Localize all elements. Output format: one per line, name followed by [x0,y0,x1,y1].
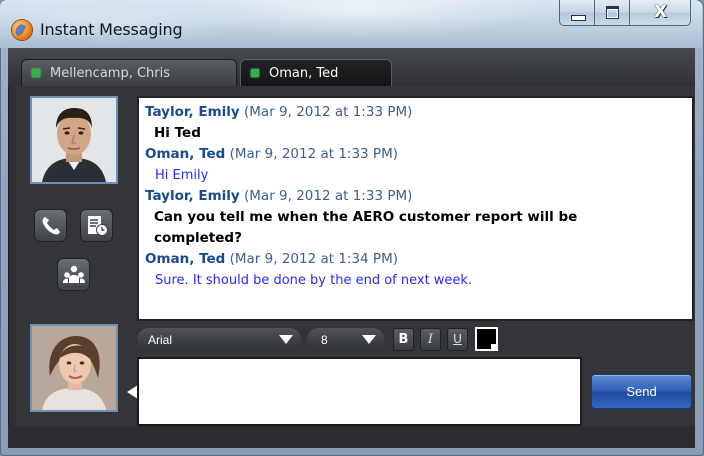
message-header: Taylor, Emily (Mar 9, 2012 at 1:33 PM) [145,186,692,207]
message-sender: Oman, Ted [145,251,226,267]
message-timestamp: (Mar 9, 2012 at 1:33 PM) [244,104,413,120]
call-button[interactable] [34,209,67,242]
chevron-down-icon [279,335,293,344]
app-icon [12,20,32,40]
message-text: completed? [154,230,242,246]
font-size-select[interactable]: 8 [307,328,384,351]
own-avatar [30,324,118,412]
close-button[interactable]: X [629,0,691,26]
message-sender: Oman, Ted [145,146,226,162]
message-sender: Taylor, Emily [145,188,240,204]
underline-button[interactable]: U [447,328,468,351]
maximize-button[interactable] [594,0,630,26]
message-header: Oman, Ted (Mar 9, 2012 at 1:33 PM) [145,144,692,165]
tab-mellencamp-chris[interactable]: Mellencamp, Chris [21,59,237,86]
own-photo [32,326,116,410]
close-icon: X [654,2,668,22]
message-timestamp: (Mar 9, 2012 at 1:33 PM) [244,188,413,204]
tab-oman-ted[interactable]: Oman, Ted [240,59,392,86]
message-text: Can you tell me when the AERO customer r… [154,209,578,225]
font-size-value: 8 [321,332,328,347]
contact-photo [32,98,116,182]
contact-avatar [30,96,118,184]
font-family-value: Arial [148,332,173,347]
message-text: Sure. It should be done by the end of ne… [155,273,473,288]
send-button[interactable]: Send [591,374,692,409]
online-status-icon [32,69,40,77]
font-family-select[interactable]: Arial [137,328,301,351]
bottom-bar [8,426,695,448]
message-text: Hi Emily [155,168,209,183]
message-sender: Taylor, Emily [145,104,240,120]
message-timestamp: (Mar 9, 2012 at 1:33 PM) [229,146,398,162]
message-input[interactable] [137,357,582,426]
group-icon [62,265,85,283]
italic-button[interactable]: I [420,328,441,351]
title-bar[interactable]: Instant Messaging X [0,0,702,48]
online-status-icon [251,69,259,77]
bold-button[interactable]: B [393,328,414,351]
minimize-button[interactable] [559,0,595,26]
window-controls: X [559,0,691,30]
message-transcript[interactable]: Taylor, Emily (Mar 9, 2012 at 1:33 PM) Hi… [137,96,694,321]
phone-icon [42,216,60,234]
chevron-down-icon [362,335,376,344]
tab-label: Oman, Ted [269,65,339,81]
text-color-picker[interactable] [475,327,498,351]
maximize-icon [606,6,619,19]
message-text: Hi Ted [154,125,201,141]
notes-button[interactable] [80,209,113,242]
message-header: Taylor, Emily (Mar 9, 2012 at 1:33 PM) [145,102,692,123]
minimize-icon [571,15,586,21]
group-chat-button[interactable] [57,258,90,291]
message-timestamp: (Mar 9, 2012 at 1:34 PM) [229,251,398,267]
conversation-tabs: Mellencamp, Chris Oman, Ted [8,48,695,86]
tab-label: Mellencamp, Chris [50,65,171,81]
message-header: Oman, Ted (Mar 9, 2012 at 1:34 PM) [145,249,692,270]
window-title: Instant Messaging [40,20,183,39]
notes-icon [87,215,108,236]
